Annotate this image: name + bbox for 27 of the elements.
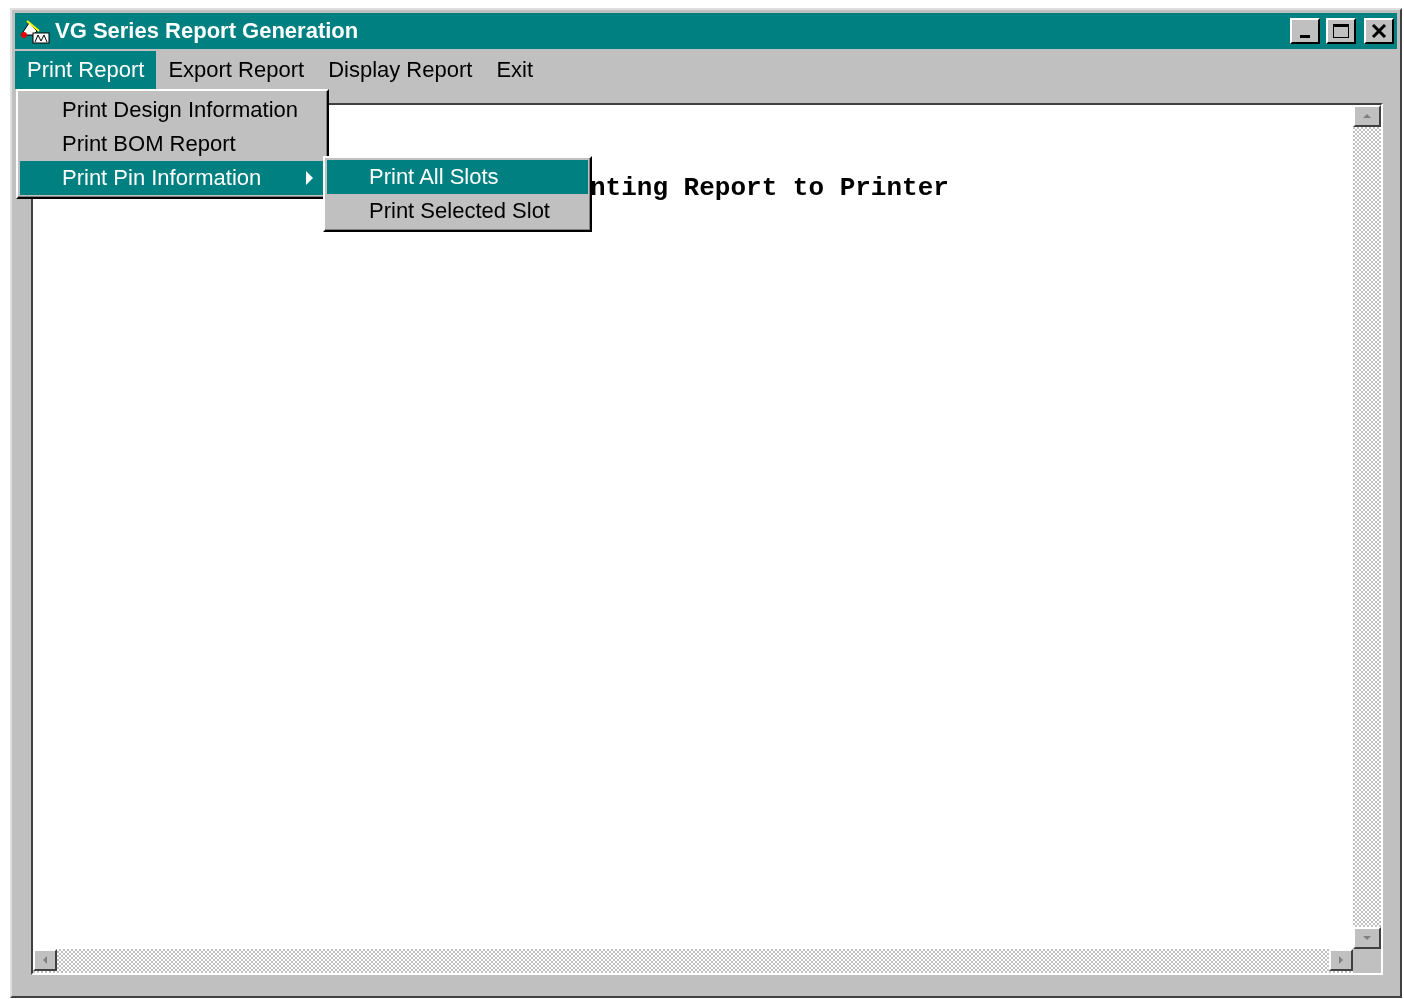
scroll-left-button[interactable]: [33, 949, 57, 971]
menu-option[interactable]: Print Selected Slot: [327, 194, 588, 228]
up-arrow-icon: [1362, 111, 1372, 121]
close-button[interactable]: [1364, 18, 1394, 44]
menu-item[interactable]: Export Report: [156, 51, 317, 89]
menu-option[interactable]: Print All Slots: [327, 160, 588, 194]
close-icon: [1371, 24, 1387, 38]
scroll-down-button[interactable]: [1353, 927, 1381, 949]
menu-option[interactable]: Print Pin Information: [20, 161, 325, 195]
menu-item[interactable]: Print Report: [15, 51, 157, 89]
app-icon: [19, 17, 51, 45]
scroll-right-button[interactable]: [1329, 949, 1353, 971]
report-status-text: nting Report to Printer: [590, 173, 949, 203]
minimize-button[interactable]: [1290, 18, 1320, 44]
down-arrow-icon: [1362, 933, 1372, 943]
menu-option[interactable]: Print BOM Report: [20, 127, 325, 161]
right-arrow-icon: [1336, 955, 1346, 965]
window-title: VG Series Report Generation: [55, 18, 360, 44]
menu-item[interactable]: Display Report: [316, 51, 485, 89]
menu-item[interactable]: Exit: [484, 51, 546, 89]
horizontal-scrollbar[interactable]: [33, 949, 1353, 973]
scroll-up-button[interactable]: [1353, 105, 1381, 127]
minimize-icon: [1300, 34, 1310, 38]
menu-option[interactable]: Print Design Information: [20, 93, 325, 127]
maximize-icon: [1332, 23, 1350, 39]
vertical-scrollbar[interactable]: [1353, 105, 1381, 949]
maximize-button[interactable]: [1326, 18, 1356, 44]
